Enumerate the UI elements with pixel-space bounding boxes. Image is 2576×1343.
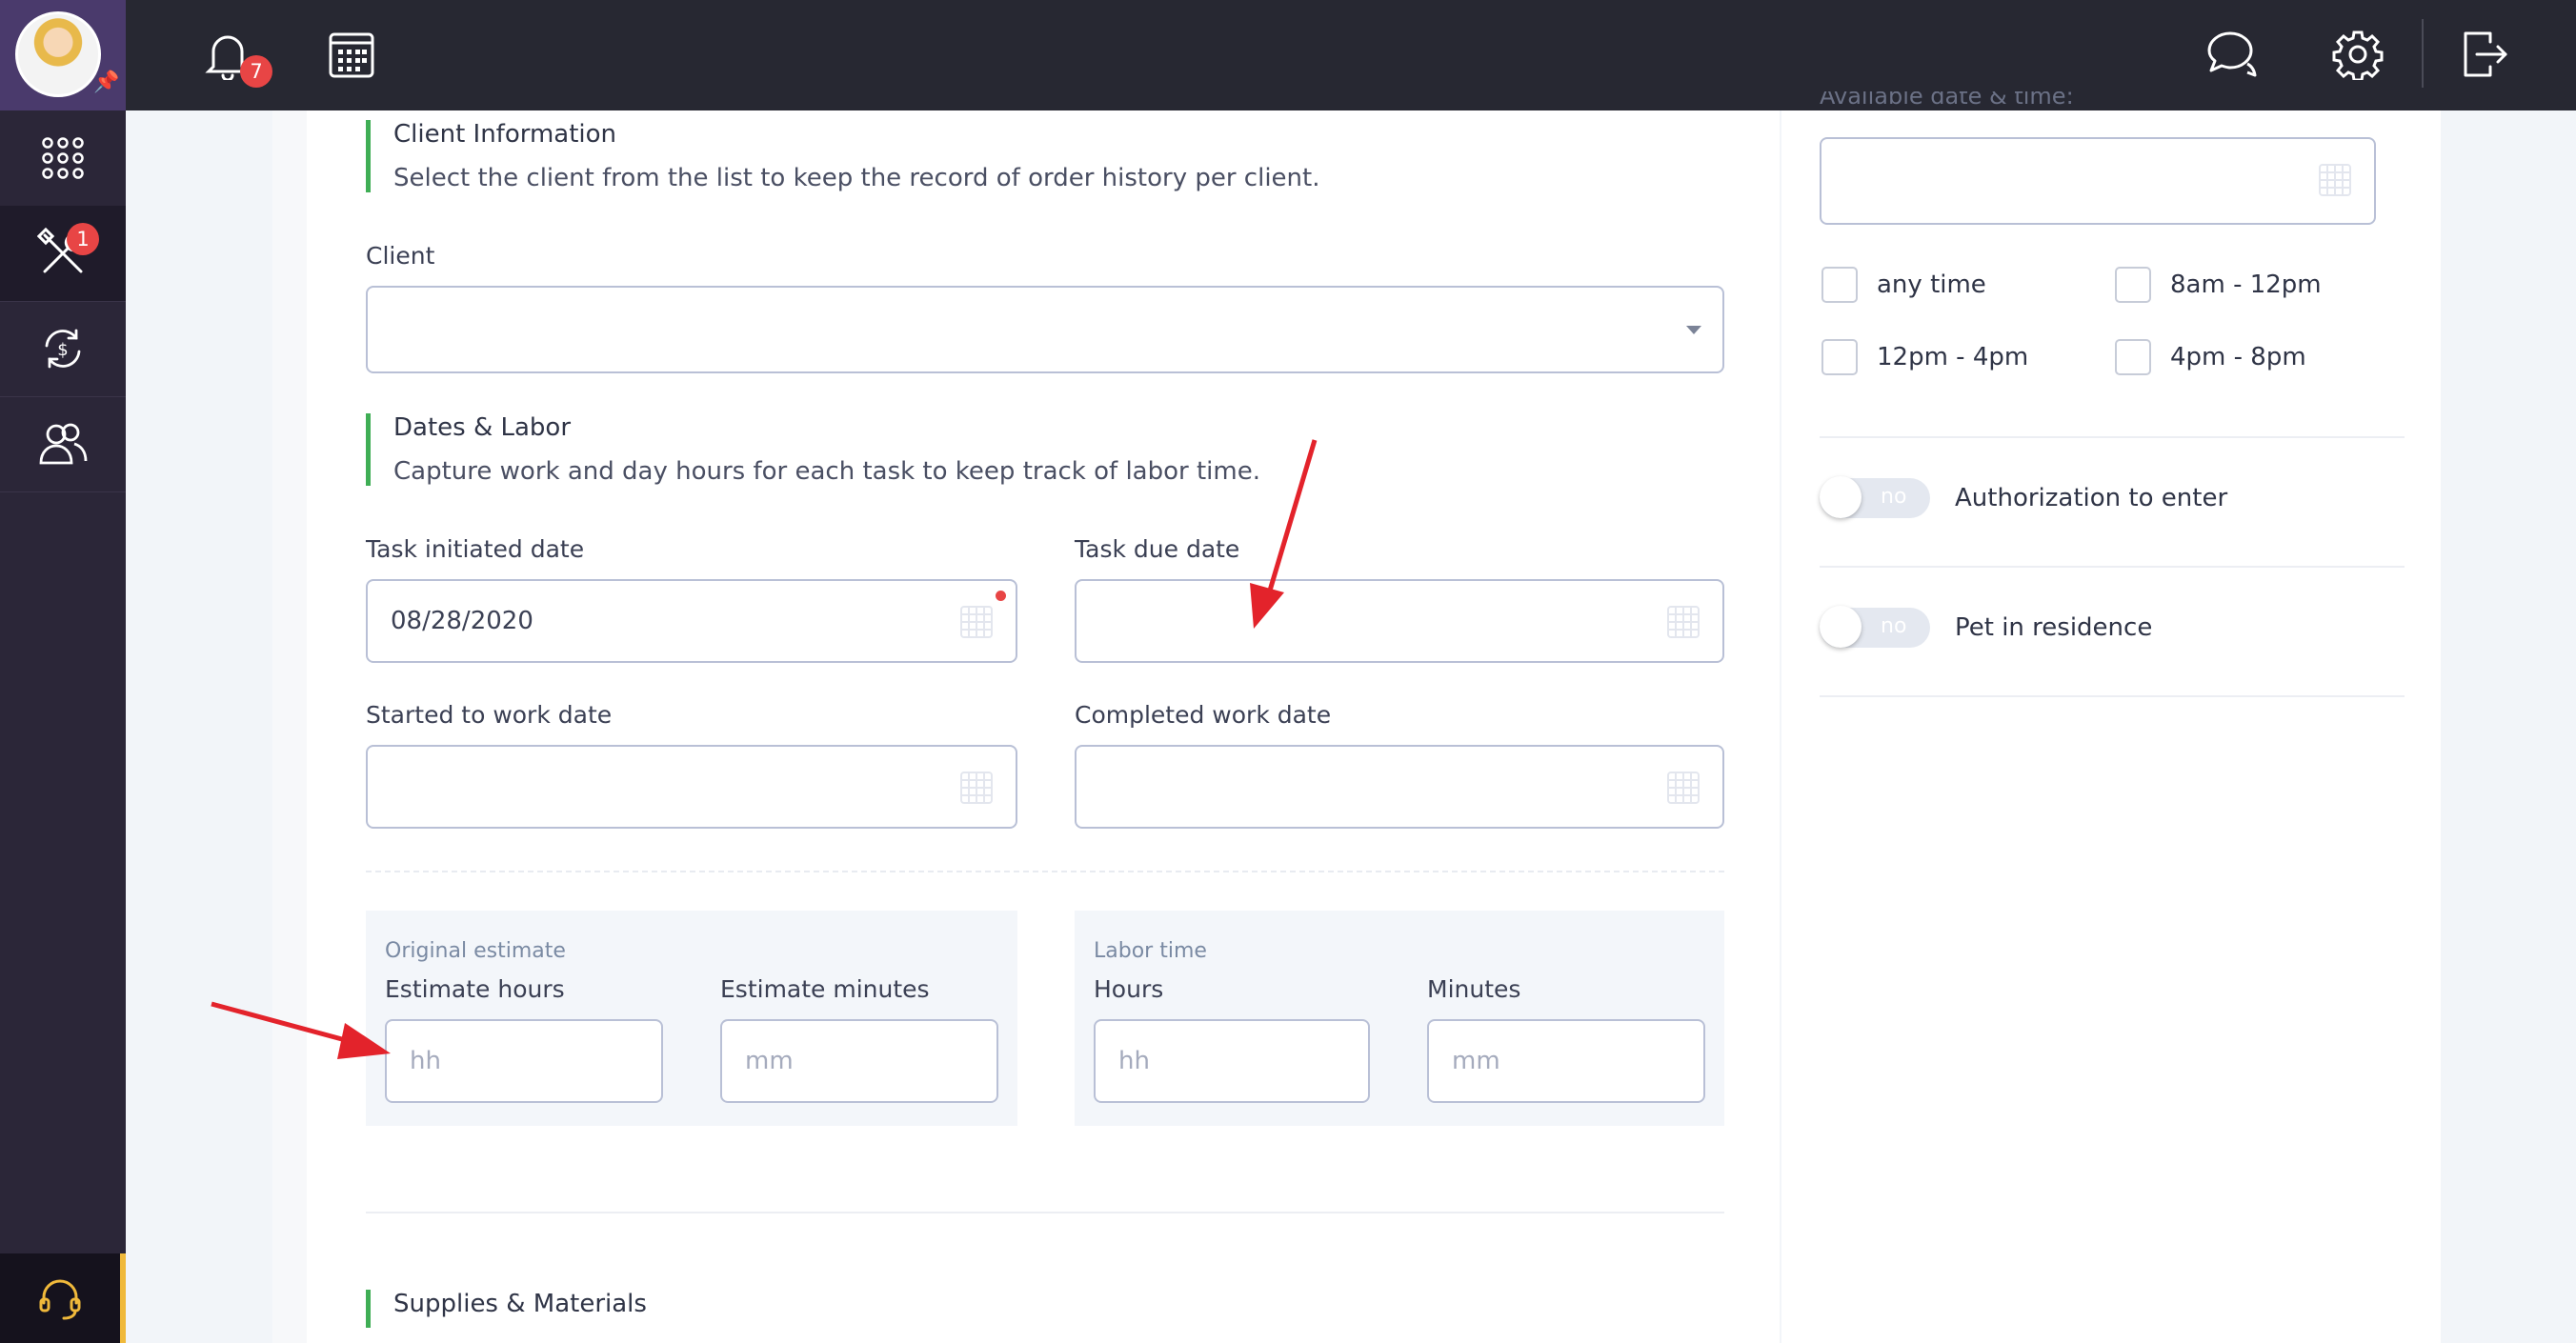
divider bbox=[1820, 566, 2405, 568]
avatar[interactable] bbox=[15, 11, 101, 97]
calendar-icon bbox=[329, 32, 374, 78]
completed-label: Completed work date bbox=[1075, 701, 1332, 729]
client-label: Client bbox=[366, 242, 435, 270]
task-initiated-label: Task initiated date bbox=[366, 535, 585, 563]
sidebar: 📌 1 $ bbox=[0, 0, 126, 1343]
client-select[interactable] bbox=[366, 286, 1724, 373]
toggle-state: no bbox=[1881, 485, 1907, 509]
option-label: 8am - 12pm bbox=[2170, 271, 2322, 299]
pin-icon[interactable]: 📌 bbox=[93, 70, 119, 94]
availability-date-field[interactable] bbox=[1820, 137, 2376, 225]
toggle-label: Authorization to enter bbox=[1955, 484, 2228, 512]
gear-icon bbox=[2332, 30, 2384, 80]
estimate-minutes-placeholder: mm bbox=[745, 1047, 794, 1075]
logout-icon bbox=[2464, 31, 2507, 77]
apps-grid-icon bbox=[42, 137, 84, 179]
started-label: Started to work date bbox=[366, 701, 613, 729]
calendar-icon[interactable] bbox=[1667, 772, 1700, 804]
started-work-date-field[interactable] bbox=[366, 745, 1017, 829]
labor-minutes-label: Minutes bbox=[1427, 975, 1521, 1003]
users-icon bbox=[39, 423, 88, 465]
checkbox[interactable] bbox=[2115, 339, 2151, 375]
task-due-date-field[interactable] bbox=[1075, 579, 1724, 663]
original-estimate-caption: Original estimate bbox=[385, 939, 566, 963]
card-edge bbox=[272, 110, 307, 1343]
section-title: Supplies & Materials bbox=[393, 1290, 647, 1318]
availability-label: Available date & time: bbox=[1820, 91, 2074, 110]
notifications-badge: 7 bbox=[240, 55, 272, 88]
divider bbox=[1820, 436, 2405, 438]
user-avatar-slot[interactable]: 📌 bbox=[0, 0, 126, 110]
top-bar: 7 bbox=[126, 0, 2576, 110]
chat-button[interactable] bbox=[2203, 25, 2262, 84]
pet-toggle-row[interactable]: no Pet in residence bbox=[1820, 606, 2153, 648]
authorization-toggle-row[interactable]: no Authorization to enter bbox=[1820, 476, 2228, 518]
availability-option[interactable]: any time bbox=[1821, 267, 1986, 303]
calendar-button[interactable] bbox=[322, 25, 381, 84]
availability-option[interactable]: 12pm - 4pm bbox=[1821, 339, 2028, 375]
client-information-section: Client Information Select the client fro… bbox=[366, 120, 1320, 192]
divider bbox=[366, 871, 1724, 872]
option-label: 4pm - 8pm bbox=[2170, 343, 2306, 371]
availability-option[interactable]: 4pm - 8pm bbox=[2115, 339, 2306, 375]
dates-labor-section: Dates & Labor Capture work and day hours… bbox=[366, 413, 1260, 486]
task-initiated-value: 08/28/2020 bbox=[391, 607, 533, 635]
estimate-minutes-input[interactable]: mm bbox=[720, 1019, 998, 1103]
sidebar-item-tasks[interactable]: 1 bbox=[0, 206, 126, 302]
tasks-badge: 1 bbox=[67, 223, 99, 255]
estimate-hours-placeholder: hh bbox=[410, 1047, 441, 1075]
option-label: any time bbox=[1877, 271, 1986, 299]
authorization-toggle[interactable]: no bbox=[1820, 476, 1930, 518]
toggle-state: no bbox=[1881, 614, 1907, 638]
headset-icon bbox=[39, 1279, 81, 1320]
divider bbox=[1820, 695, 2405, 697]
sidebar-item-apps[interactable] bbox=[0, 110, 126, 207]
labor-time-caption: Labor time bbox=[1094, 939, 1207, 963]
chevron-down-icon bbox=[1686, 326, 1701, 334]
labor-hours-placeholder: hh bbox=[1118, 1047, 1150, 1075]
topbar-divider bbox=[2422, 19, 2424, 88]
calendar-icon[interactable] bbox=[960, 772, 993, 804]
task-due-label: Task due date bbox=[1075, 535, 1240, 563]
divider bbox=[366, 1212, 1724, 1213]
availability-option[interactable]: 8am - 12pm bbox=[2115, 267, 2322, 303]
toggle-knob bbox=[1820, 606, 1862, 648]
sidebar-item-billing[interactable]: $ bbox=[0, 301, 126, 397]
estimate-hours-label: Estimate hours bbox=[385, 975, 565, 1003]
estimate-hours-input[interactable]: hh bbox=[385, 1019, 663, 1103]
required-indicator bbox=[996, 591, 1006, 601]
section-title: Dates & Labor bbox=[393, 413, 572, 442]
pet-toggle[interactable]: no bbox=[1820, 606, 1930, 648]
estimate-minutes-label: Estimate minutes bbox=[720, 975, 930, 1003]
supplies-materials-section: Supplies & Materials bbox=[366, 1290, 647, 1328]
labor-minutes-placeholder: mm bbox=[1452, 1047, 1500, 1075]
task-initiated-date-field[interactable]: 08/28/2020 bbox=[366, 579, 1017, 663]
toggle-label: Pet in residence bbox=[1955, 613, 2153, 642]
section-title: Client Information bbox=[393, 120, 617, 149]
logout-button[interactable] bbox=[2456, 25, 2515, 84]
money-cycle-icon: $ bbox=[45, 329, 81, 369]
sidebar-item-users[interactable] bbox=[0, 396, 126, 492]
section-description: Capture work and day hours for each task… bbox=[393, 457, 1260, 486]
checkbox[interactable] bbox=[2115, 267, 2151, 303]
labor-hours-label: Hours bbox=[1094, 975, 1164, 1003]
toggle-knob bbox=[1820, 476, 1862, 518]
checkbox[interactable] bbox=[1821, 339, 1858, 375]
calendar-icon[interactable] bbox=[2319, 164, 2351, 196]
completed-work-date-field[interactable] bbox=[1075, 745, 1724, 829]
section-description: Select the client from the list to keep … bbox=[393, 164, 1320, 192]
calendar-icon[interactable] bbox=[1667, 606, 1700, 638]
settings-button[interactable] bbox=[2328, 25, 2387, 84]
checkbox[interactable] bbox=[1821, 267, 1858, 303]
labor-hours-input[interactable]: hh bbox=[1094, 1019, 1370, 1103]
svg-text:$: $ bbox=[57, 340, 68, 360]
option-label: 12pm - 4pm bbox=[1877, 343, 2029, 371]
support-button[interactable] bbox=[0, 1253, 126, 1343]
labor-minutes-input[interactable]: mm bbox=[1427, 1019, 1705, 1103]
calendar-icon[interactable] bbox=[960, 606, 993, 638]
chat-icon bbox=[2207, 31, 2257, 77]
